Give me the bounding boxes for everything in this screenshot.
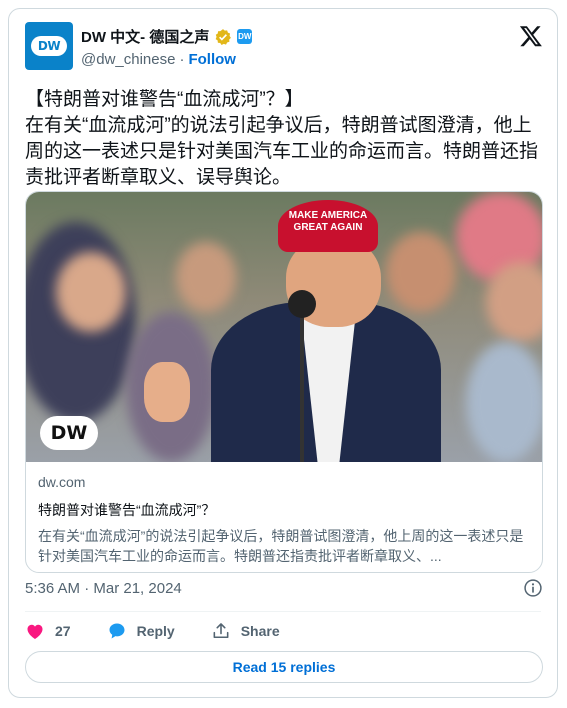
verified-badge-icon xyxy=(215,28,232,45)
link-title: 特朗普对谁警告“血流成河”？ xyxy=(38,502,216,518)
tweet-card: DW DW 中文- 德国之声 DW @dw_chinese · Follow 【… xyxy=(8,8,558,698)
link-description: 在有关“血流成河”的说法引起争议后，特朗普试图澄清，他上周的这一表述只是针对美国… xyxy=(38,528,524,564)
action-bar: 27 Reply Share xyxy=(25,619,316,643)
follow-button[interactable]: Follow xyxy=(188,51,236,68)
reply-label: Reply xyxy=(136,623,175,639)
link-domain: dw.com xyxy=(38,474,86,490)
affiliate-badge-icon[interactable]: DW xyxy=(237,29,253,44)
dw-logo-icon: DW xyxy=(31,36,67,56)
info-icon[interactable] xyxy=(523,578,543,598)
separator-dot: · xyxy=(179,51,185,68)
link-preview-image: MAKE AMERICA GREAT AGAIN DW xyxy=(26,192,542,462)
link-preview-meta: dw.com 特朗普对谁警告“血流成河”？ 在有关“血流成河”的说法引起争议后，… xyxy=(26,462,542,566)
tweet-timestamp[interactable]: 5:36 AM · Mar 21, 2024 xyxy=(25,580,182,597)
avatar[interactable]: DW xyxy=(25,22,73,70)
reply-button[interactable]: Reply xyxy=(107,621,175,641)
handle-row: @dw_chinese · Follow xyxy=(81,51,236,68)
share-label: Share xyxy=(240,623,280,639)
share-icon xyxy=(213,623,229,639)
dw-watermark-logo: DW xyxy=(40,416,98,450)
reply-bubble-icon xyxy=(109,623,125,639)
author-name-row: DW 中文- 德国之声 DW xyxy=(81,26,253,47)
author-handle[interactable]: @dw_chinese xyxy=(81,51,175,68)
heart-icon xyxy=(27,624,43,639)
like-count: 27 xyxy=(55,623,71,639)
divider xyxy=(25,611,541,612)
x-logo-icon[interactable] xyxy=(519,24,543,48)
tweet-text: 【特朗普对谁警告“血流成河”？】 在有关“血流成河”的说法引起争议后，特朗普试图… xyxy=(25,89,539,188)
microphone xyxy=(288,290,316,318)
read-replies-button[interactable]: Read 15 replies xyxy=(25,651,543,683)
cap-text: MAKE AMERICA GREAT AGAIN xyxy=(278,200,378,252)
link-preview-card[interactable]: MAKE AMERICA GREAT AGAIN DW dw.com 特朗普对谁… xyxy=(25,191,543,573)
like-button[interactable]: 27 xyxy=(25,621,71,641)
share-button[interactable]: Share xyxy=(211,621,280,641)
author-display-name[interactable]: DW 中文- 德国之声 xyxy=(81,26,209,47)
